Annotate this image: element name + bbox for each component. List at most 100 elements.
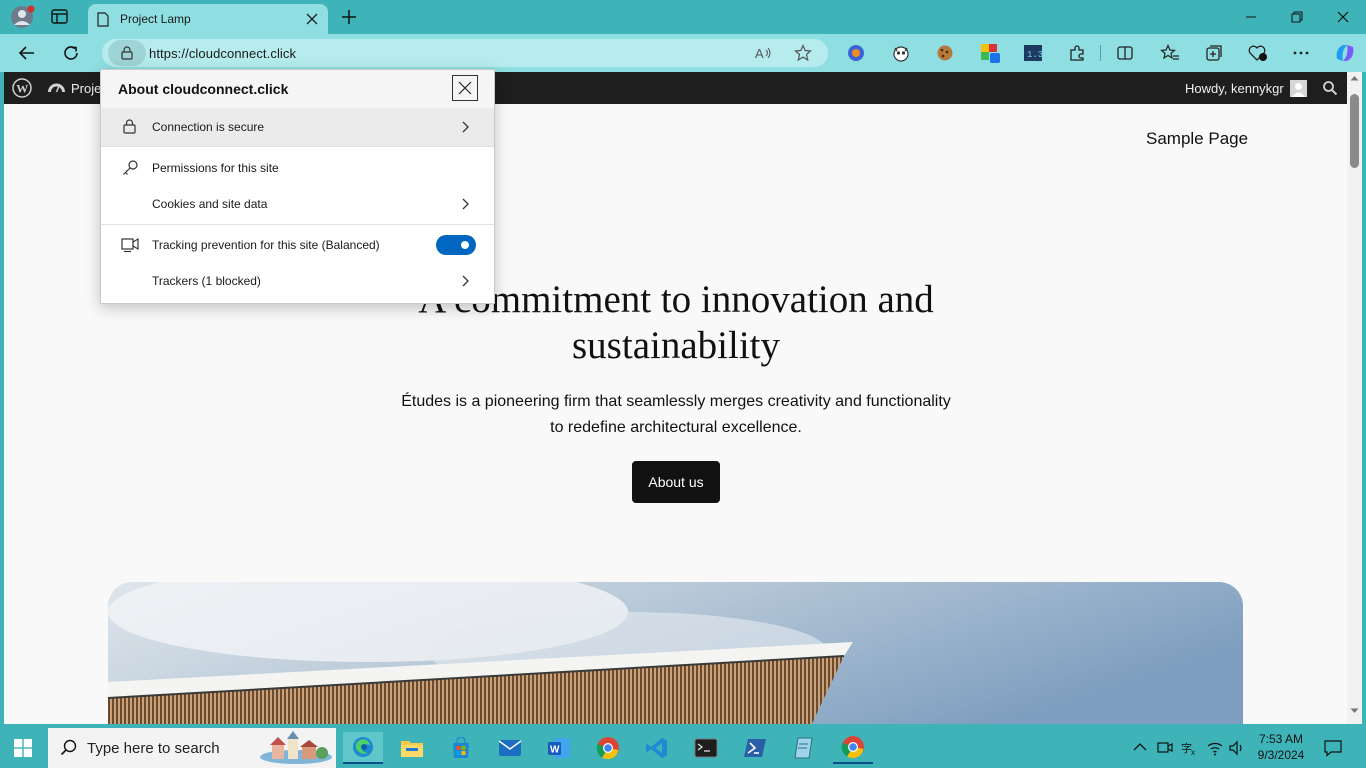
user-avatar[interactable] — [1290, 80, 1307, 97]
lock-button[interactable] — [108, 40, 146, 66]
taskbar-search-box[interactable]: Type here to search — [48, 728, 336, 768]
clock-date: 9/3/2024 — [1257, 748, 1305, 762]
svg-text:W: W — [16, 82, 28, 96]
hero-building-image — [108, 582, 1243, 724]
search-icon[interactable] — [1322, 80, 1338, 96]
close-popup-button[interactable] — [452, 75, 478, 101]
windows-start-icon[interactable] — [14, 739, 32, 757]
toolbar-divider — [1100, 45, 1101, 61]
input-indicator-icon[interactable]: 字x — [1181, 739, 1199, 757]
wp-howdy-user[interactable]: Howdy, kennykgr — [1185, 81, 1284, 96]
taskbar-chrome-running-icon[interactable] — [833, 732, 873, 764]
back-icon[interactable] — [18, 44, 36, 62]
meet-now-icon[interactable] — [1157, 739, 1173, 757]
tracking-prevention-toggle[interactable] — [436, 235, 476, 255]
permissions-row[interactable]: Permissions for this site — [101, 150, 494, 186]
collections-icon[interactable] — [1203, 42, 1225, 64]
close-icon — [458, 81, 472, 95]
chevron-right-icon — [462, 121, 470, 133]
hero-description-line-2: to redefine architectural excellence. — [550, 419, 802, 436]
taskbar-store-icon[interactable] — [441, 732, 481, 764]
browser-title-bar: Project Lamp — [0, 0, 1366, 34]
extensions-puzzle-icon[interactable] — [1066, 42, 1088, 64]
cookies-row[interactable]: Cookies and site data — [101, 186, 494, 222]
popup-divider — [101, 146, 494, 147]
lock-icon — [123, 119, 136, 134]
favorite-star-icon[interactable] — [794, 44, 812, 62]
browser-essentials-icon[interactable] — [1247, 42, 1269, 64]
extension-raccoon-icon[interactable] — [890, 42, 912, 64]
site-info-popup: About cloudconnect.click Connection is s… — [100, 69, 495, 304]
svg-text:x: x — [1191, 748, 1195, 757]
dashboard-icon[interactable] — [48, 80, 65, 96]
restore-icon[interactable] — [1274, 0, 1320, 34]
taskbar-powershell-icon[interactable] — [735, 732, 775, 764]
hero-description-line-1: Études is a pioneering firm that seamles… — [401, 393, 951, 410]
taskbar-notepad-icon[interactable] — [784, 732, 824, 764]
toggle-knob — [461, 241, 469, 249]
close-window-icon[interactable] — [1320, 0, 1366, 34]
taskbar-chrome-icon[interactable] — [588, 732, 628, 764]
close-tab-icon[interactable] — [306, 13, 318, 25]
tab-title: Project Lamp — [120, 12, 191, 26]
tab-project-lamp[interactable]: Project Lamp — [88, 4, 328, 34]
trackers-row[interactable]: Trackers (1 blocked) — [101, 263, 494, 299]
connection-secure-label: Connection is secure — [152, 120, 265, 134]
copilot-icon[interactable] — [1332, 40, 1358, 66]
chevron-right-icon — [462, 198, 470, 210]
read-aloud-icon[interactable]: A — [755, 45, 773, 61]
page-icon — [97, 12, 109, 27]
taskbar-terminal-icon[interactable] — [686, 732, 726, 764]
about-us-button[interactable]: About us — [632, 461, 720, 503]
network-wifi-icon[interactable] — [1206, 739, 1224, 757]
nav-sample-page[interactable]: Sample Page — [1146, 129, 1248, 149]
search-highlight-illustration-icon — [258, 731, 334, 765]
taskbar-search-placeholder: Type here to search — [87, 740, 220, 757]
tab-actions-icon[interactable] — [51, 9, 69, 25]
hero-heading-line-2: sustainability — [572, 324, 780, 367]
wordpress-logo-icon[interactable]: W — [12, 78, 32, 98]
svg-text:A: A — [755, 46, 764, 61]
extension-cookie-icon[interactable] — [934, 42, 956, 64]
extension-devtools-icon[interactable]: 1.3 — [1022, 42, 1044, 64]
scroll-up-icon[interactable] — [1350, 75, 1359, 81]
tracking-prevention-label: Tracking prevention for this site (Balan… — [152, 238, 380, 252]
profile-avatar-icon[interactable] — [10, 5, 36, 29]
taskbar-word-icon[interactable]: W — [539, 732, 579, 764]
favorites-icon[interactable] — [1159, 42, 1181, 64]
volume-speaker-icon[interactable] — [1228, 739, 1246, 757]
refresh-icon[interactable] — [62, 44, 80, 62]
taskbar-mail-icon[interactable] — [490, 732, 530, 764]
windows-taskbar: Type here to search W 字x 7:53 AM 9/3/202… — [0, 728, 1366, 768]
wp-site-name[interactable]: Proje — [71, 81, 101, 96]
more-menu-icon[interactable] — [1290, 42, 1312, 64]
new-tab-icon[interactable] — [340, 8, 358, 26]
minimize-icon[interactable] — [1228, 0, 1274, 34]
scroll-thumb[interactable] — [1350, 94, 1359, 168]
extension-multicolor-icon[interactable] — [979, 42, 1001, 64]
page-scrollbar[interactable] — [1347, 72, 1362, 724]
taskbar-file-explorer-icon[interactable] — [392, 732, 432, 764]
trackers-label: Trackers (1 blocked) — [152, 274, 261, 288]
address-bar[interactable]: https://cloudconnect.click A — [102, 39, 828, 67]
taskbar-edge-icon[interactable] — [343, 732, 383, 764]
show-hidden-icons-chevron-icon[interactable] — [1133, 742, 1147, 752]
connection-secure-row[interactable]: Connection is secure — [101, 108, 494, 146]
search-icon — [60, 739, 78, 757]
popup-header: About cloudconnect.click — [101, 70, 494, 108]
hero-description: Études is a pioneering firm that seamles… — [326, 389, 1026, 441]
key-icon — [122, 160, 139, 176]
clock-time: 7:53 AM — [1258, 732, 1304, 746]
taskbar-clock[interactable]: 7:53 AM 9/3/2024 — [1253, 731, 1309, 763]
svg-text:W: W — [550, 745, 560, 756]
popup-title: About cloudconnect.click — [118, 81, 289, 97]
tracking-prevention-icon — [121, 237, 139, 253]
cookies-label: Cookies and site data — [152, 197, 268, 211]
permissions-label: Permissions for this site — [152, 161, 279, 175]
notification-center-icon[interactable] — [1324, 739, 1342, 757]
extension-firefox-relay-icon[interactable] — [845, 42, 867, 64]
taskbar-vscode-icon[interactable] — [637, 732, 677, 764]
scroll-down-icon[interactable] — [1350, 708, 1359, 714]
popup-divider — [101, 224, 494, 225]
split-screen-icon[interactable] — [1114, 42, 1136, 64]
